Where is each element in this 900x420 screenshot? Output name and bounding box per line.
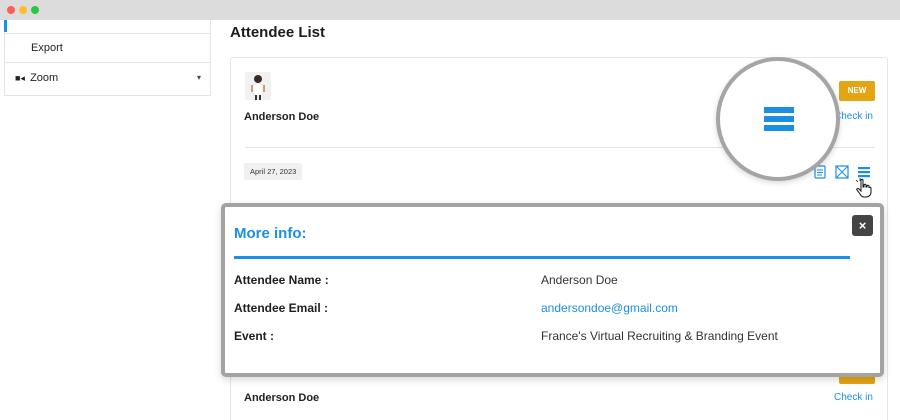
window-minimize-dot[interactable]	[19, 6, 27, 14]
status-badge: NEW	[839, 81, 875, 101]
window-maximize-dot[interactable]	[31, 6, 39, 14]
attendee-email-label: Attendee Email :	[234, 301, 329, 315]
sidebar: Export ■◂ Zoom ▾	[4, 20, 211, 96]
video-camera-icon: ■◂	[15, 73, 25, 83]
sidebar-item-zoom[interactable]: ■◂ Zoom ▾	[5, 63, 210, 95]
sidebar-item-export[interactable]: Export	[5, 33, 210, 63]
check-in-link[interactable]: Check in	[834, 392, 873, 403]
window-titlebar	[0, 0, 900, 20]
event-value: France's Virtual Recruiting & Branding E…	[541, 329, 778, 343]
modal-title-rule	[234, 256, 850, 259]
close-button[interactable]: ×	[852, 215, 873, 236]
magnifier-callout	[716, 57, 840, 181]
event-label: Event :	[234, 329, 275, 343]
avatar	[245, 72, 271, 100]
modal-title: More info:	[234, 225, 307, 242]
hand-cursor-icon	[855, 178, 873, 203]
date-chip: April 27, 2023	[244, 163, 303, 180]
chevron-down-icon: ▾	[196, 73, 201, 82]
sidebar-active-indicator	[4, 20, 7, 32]
attendee-email-link[interactable]: andersondoe@gmail.com	[541, 301, 678, 315]
close-icon: ×	[858, 218, 867, 233]
attendee-name: Anderson Doe	[244, 392, 320, 404]
email-icon[interactable]	[835, 165, 849, 179]
menu-icon[interactable]	[857, 165, 871, 179]
sidebar-item-label: Export	[31, 42, 63, 54]
attendee-name-value: Anderson Doe	[541, 273, 618, 287]
window-close-dot[interactable]	[7, 6, 15, 14]
menu-icon	[764, 107, 794, 131]
more-info-modal: More info: × Attendee Name : Anderson Do…	[221, 203, 884, 377]
attendee-name-label: Attendee Name :	[234, 273, 329, 287]
sidebar-item-label: Zoom	[30, 72, 59, 84]
page-title: Attendee List	[230, 24, 326, 41]
attendee-name: Anderson Doe	[244, 111, 320, 123]
